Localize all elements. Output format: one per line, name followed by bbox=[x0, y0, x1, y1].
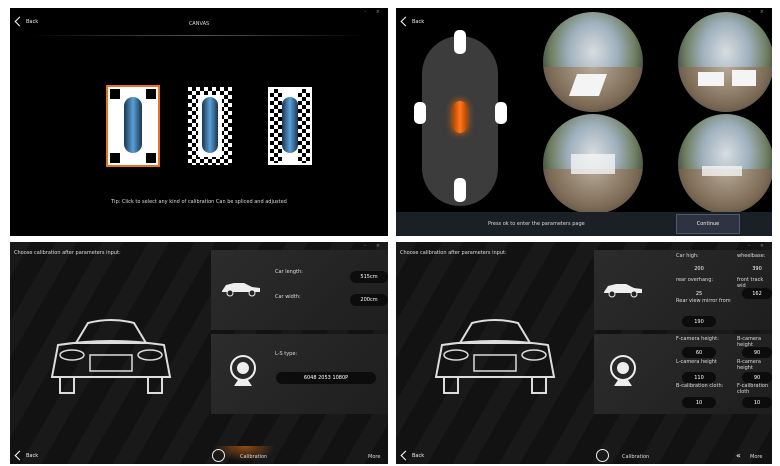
camera-icon bbox=[230, 355, 256, 386]
parameters-heading: Choose calibration after parameters inpu… bbox=[400, 250, 507, 256]
window-controls[interactable]: - × bbox=[364, 243, 384, 249]
car-width-label: Car width: bbox=[275, 294, 301, 300]
tip-text: Tip: Click to select any kind of calibra… bbox=[111, 199, 287, 205]
camera-view-rear[interactable] bbox=[543, 114, 643, 214]
back-button[interactable]: Back bbox=[400, 450, 425, 461]
full-parameters-panel: - × Choose calibration after parameters … bbox=[396, 242, 772, 464]
corner-mark bbox=[110, 89, 120, 99]
car-front-illustration bbox=[50, 319, 172, 394]
page-title: CANVAS bbox=[188, 21, 210, 27]
calibration-option-3[interactable] bbox=[268, 87, 312, 165]
b-camera-field[interactable]: 90 bbox=[742, 347, 772, 358]
calibration-option-2[interactable] bbox=[188, 87, 232, 165]
back-button[interactable]: Back bbox=[400, 16, 425, 27]
car-top-icon bbox=[282, 97, 298, 153]
car-side-icon bbox=[222, 283, 260, 297]
camera-icon bbox=[610, 355, 636, 386]
r-camera-field[interactable]: 90 bbox=[742, 372, 772, 383]
f-camera-label: F-camera height: bbox=[676, 336, 719, 342]
back-label: Back bbox=[412, 452, 425, 459]
wheelbase-field[interactable]: 390 bbox=[742, 263, 772, 274]
status-text: Press ok to enter the parameters page bbox=[488, 221, 585, 227]
rear-camera-icon[interactable] bbox=[454, 178, 466, 202]
car-top-icon bbox=[202, 97, 218, 153]
ls-type-label: L-S type: bbox=[275, 351, 298, 357]
title-divider bbox=[30, 35, 368, 36]
car-length-label: Car length: bbox=[275, 269, 303, 275]
b-cloth-label: B-calibration cloth: bbox=[676, 383, 724, 389]
continue-button[interactable]: Continue bbox=[676, 214, 740, 234]
front-track-field[interactable]: 162 bbox=[742, 288, 772, 299]
r-camera-label: R-camera height bbox=[737, 359, 761, 371]
parameters-panel: - × Choose calibration after parameters … bbox=[10, 242, 388, 464]
left-camera-icon[interactable] bbox=[414, 102, 426, 124]
window-controls[interactable]: - × bbox=[364, 9, 384, 15]
back-chevron-icon bbox=[400, 16, 411, 27]
camera-view-left[interactable] bbox=[678, 114, 772, 214]
crosshair-icon[interactable] bbox=[212, 449, 225, 462]
more-button[interactable]: More bbox=[750, 454, 762, 460]
checker-strip bbox=[298, 89, 310, 163]
preview-panel: - × Back Press ok to enter the parameter… bbox=[396, 8, 772, 236]
camera-view-right[interactable] bbox=[678, 12, 772, 112]
calibration-mat bbox=[571, 154, 615, 174]
l-camera-label: L-camera height bbox=[676, 359, 717, 365]
corner-mark bbox=[110, 153, 120, 163]
parameters-heading: Choose calibration after parameters inpu… bbox=[14, 250, 121, 256]
car-width-field[interactable]: 200cm bbox=[350, 294, 388, 306]
wheelbase-label: wheelbase: bbox=[737, 253, 766, 259]
car-high-field[interactable]: 200 bbox=[682, 263, 716, 274]
corner-mark bbox=[146, 89, 156, 99]
window-controls[interactable]: - × bbox=[748, 9, 768, 15]
back-chevron-icon bbox=[400, 450, 411, 461]
right-camera-icon[interactable] bbox=[495, 102, 507, 124]
car-high-label: Car high: bbox=[676, 253, 699, 259]
checker-strip bbox=[270, 89, 282, 163]
ground bbox=[678, 67, 772, 112]
back-label: Back bbox=[412, 18, 425, 25]
calibration-mat bbox=[732, 70, 756, 86]
ls-type-field[interactable]: 6048 2053 1080P bbox=[276, 372, 376, 384]
calibration-mat bbox=[702, 166, 742, 176]
back-chevron-icon bbox=[14, 450, 25, 461]
double-chevron-icon[interactable]: « bbox=[736, 451, 741, 460]
f-cloth-field[interactable]: 10 bbox=[742, 397, 772, 408]
bottom-toolbar: Back Calibration « More bbox=[396, 446, 772, 464]
l-camera-field[interactable]: 110 bbox=[682, 372, 716, 383]
corner-mark bbox=[146, 153, 156, 163]
camera-view-front[interactable] bbox=[543, 12, 643, 112]
bottom-toolbar: Back Calibration More bbox=[10, 446, 388, 464]
front-camera-icon[interactable] bbox=[454, 30, 466, 54]
car-top-icon bbox=[124, 97, 142, 153]
rear-overhang-label: rear overhang: bbox=[676, 277, 714, 283]
car-length-field[interactable]: 515cm bbox=[350, 271, 388, 283]
b-cloth-field[interactable]: 10 bbox=[682, 397, 716, 408]
canvas-panel: - × Back CANVAS Tip: Click to select any… bbox=[10, 8, 388, 236]
car-side-icon bbox=[604, 284, 642, 298]
ground bbox=[543, 169, 643, 214]
car-orange-icon bbox=[453, 101, 467, 133]
window-controls[interactable]: - × bbox=[748, 243, 768, 249]
rear-view-field[interactable]: 190 bbox=[682, 316, 716, 327]
calibration-button[interactable]: Calibration bbox=[240, 454, 267, 460]
f-camera-field[interactable]: 60 bbox=[682, 347, 716, 358]
car-front-illustration bbox=[434, 319, 556, 394]
back-button[interactable]: Back bbox=[14, 450, 39, 461]
f-cloth-label: F-calibration cloth bbox=[737, 383, 769, 395]
back-label: Back bbox=[26, 452, 39, 459]
calibration-mat bbox=[698, 72, 724, 86]
calibration-option-1[interactable] bbox=[106, 85, 160, 167]
calibration-button[interactable]: Calibration bbox=[622, 454, 649, 460]
rear-view-label: Rear view mirror from bbox=[676, 298, 731, 304]
more-button[interactable]: More bbox=[368, 454, 380, 460]
crosshair-icon[interactable] bbox=[596, 449, 609, 462]
